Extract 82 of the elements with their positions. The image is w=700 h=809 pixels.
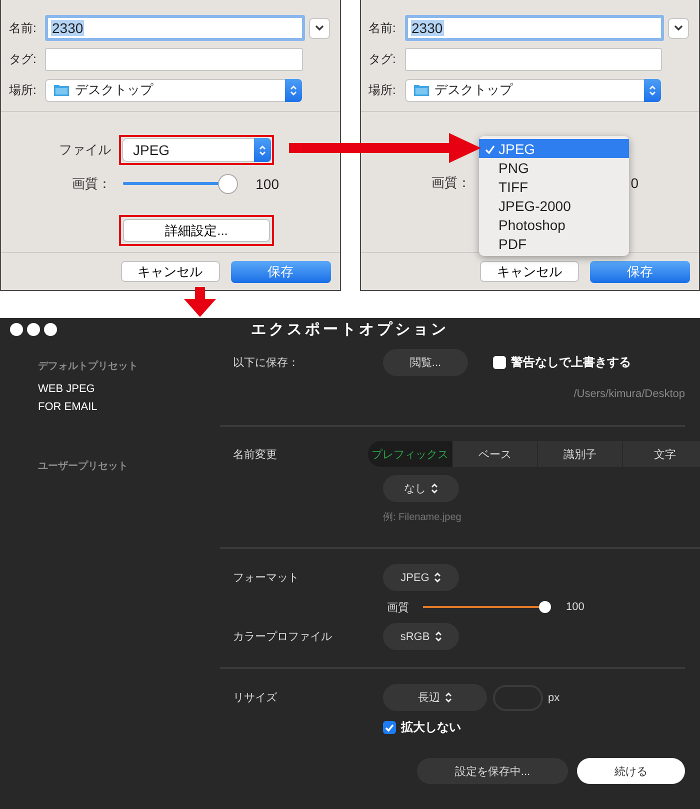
folder-icon [414, 84, 428, 96]
slider-thumb[interactable] [539, 601, 551, 613]
color-profile-select[interactable]: sRGB [383, 623, 459, 650]
rename-tab[interactable]: ベース [453, 441, 537, 467]
location-select[interactable]: デスクトップ [45, 78, 302, 102]
expand-button[interactable] [308, 18, 330, 38]
quality-value: 100 [256, 176, 279, 192]
no-enlarge-label: 拡大しない [401, 719, 461, 736]
location-select[interactable]: デスクトップ [404, 78, 661, 102]
quality-value: 0 [630, 175, 638, 191]
name-label: 名前: [368, 20, 397, 36]
quality-label: 画質： [432, 174, 472, 192]
preset-item[interactable]: FOR EMAIL [38, 401, 220, 419]
checkmark-icon [484, 144, 494, 154]
location-label: 場所: [368, 82, 397, 98]
name-value: 2330 [410, 20, 444, 36]
cancel-button[interactable]: キャンセル [480, 261, 579, 282]
window-title: エクスポートオプション [251, 320, 449, 339]
format-label: フォーマット [233, 571, 300, 585]
tag-label: タグ: [368, 50, 397, 68]
menu-item[interactable]: PDF [478, 234, 628, 253]
stepper-icon [445, 692, 452, 703]
preset-item[interactable]: WEB JPEG [38, 383, 220, 401]
folder-icon [54, 84, 69, 96]
tag-field[interactable] [45, 48, 302, 70]
rename-tab[interactable]: 識別子 [538, 441, 622, 467]
slider-thumb[interactable] [219, 175, 237, 193]
no-enlarge-checkbox[interactable] [383, 721, 396, 734]
arrow-right-icon [289, 133, 481, 163]
save-to-label: 以下に保存： [233, 356, 300, 370]
color-profile-label: カラープロファイル [233, 630, 333, 644]
quality-label: 画質： [72, 175, 112, 193]
rename-label: 名前変更 [233, 448, 278, 462]
format-select[interactable]: JPEG [123, 139, 270, 161]
name-label: 名前: [9, 20, 38, 36]
file-label: ファイル [59, 141, 112, 159]
preset-heading: デフォルトプリセット [38, 359, 139, 373]
rename-tab[interactable]: プレフィックス [368, 441, 452, 467]
quality-value: 100 [566, 601, 584, 613]
window-control[interactable] [27, 323, 40, 336]
details-button[interactable]: 詳細設定... [123, 219, 270, 242]
format-select[interactable]: JPEG [383, 564, 459, 591]
menu-item[interactable]: JPEG [478, 139, 628, 158]
name-field[interactable]: 2330 [404, 15, 664, 41]
filename-example: 例: Filename.jpeg [383, 511, 462, 524]
prefix-select[interactable]: なし [383, 475, 459, 502]
menu-item[interactable]: TIFF [478, 177, 628, 196]
name-value: 2330 [51, 20, 84, 36]
stepper-icon [434, 631, 442, 642]
unit-label: px [548, 692, 560, 704]
tag-field[interactable] [404, 48, 662, 70]
location-value: デスクトップ [75, 81, 153, 99]
menu-item[interactable]: Photoshop [478, 215, 628, 234]
quality-label: 画質 [387, 600, 410, 614]
stepper-icon [431, 483, 438, 494]
stepper-icon [649, 84, 656, 96]
browse-button[interactable]: 閲覧... [383, 349, 468, 376]
resize-mode-select[interactable]: 長辺 [383, 684, 487, 711]
window-control[interactable] [10, 323, 23, 336]
rename-tab[interactable]: 文字 [623, 441, 700, 467]
cancel-button[interactable]: キャンセル [120, 261, 220, 282]
expand-button[interactable] [668, 18, 689, 38]
menu-item[interactable]: JPEG-2000 [478, 196, 628, 215]
name-field[interactable]: 2330 [45, 15, 304, 41]
location-value: デスクトップ [434, 81, 512, 99]
stepper-icon [290, 84, 296, 96]
stepper-icon [259, 144, 266, 156]
chevron-down-icon [314, 25, 324, 31]
overwrite-label: 警告なしで上書きする [511, 354, 631, 371]
overwrite-checkbox[interactable] [493, 356, 506, 369]
location-label: 場所: [9, 82, 38, 98]
continue-button[interactable]: 続ける [577, 758, 685, 784]
save-path: /Users/kimura/Desktop [574, 388, 685, 400]
resize-label: リサイズ [233, 691, 278, 705]
save-settings-button[interactable]: 設定を保存中... [417, 758, 568, 784]
preset-heading: ユーザープリセット [38, 459, 129, 473]
chevron-down-icon [674, 25, 683, 31]
tag-label: タグ: [9, 50, 38, 68]
arrow-down-icon [184, 287, 216, 317]
window-control[interactable] [44, 323, 57, 336]
menu-item[interactable]: PNG [478, 158, 628, 177]
stepper-icon [434, 572, 442, 583]
